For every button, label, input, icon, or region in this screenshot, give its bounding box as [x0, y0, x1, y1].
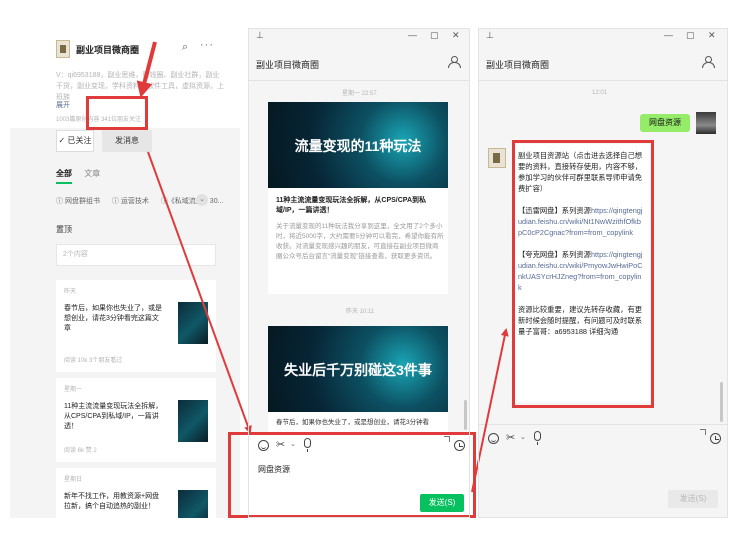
send-message-button[interactable]: 发消息	[102, 130, 152, 152]
menu-item[interactable]: ⓘ《私域流量》30...	[161, 198, 224, 205]
tab-all[interactable]: 全部	[56, 168, 72, 184]
article-thumbnail	[178, 400, 208, 442]
article-title: 春节后，如果你也失业了，或是想创业，请花3分钟看完这篇文章	[64, 305, 162, 332]
search-icon[interactable]: ⌕	[182, 41, 188, 54]
article-thumbnail	[178, 490, 208, 518]
section-title: 置顶	[56, 225, 72, 234]
content-filter[interactable]: 2个内容	[56, 244, 216, 266]
panel-outline	[478, 28, 728, 518]
panel-outline	[248, 28, 470, 518]
article-meta: 阅读 10k 3个朋友看过	[64, 358, 123, 364]
article-date: 星期日	[64, 477, 83, 483]
menu-item[interactable]: ⓘ 运营技术	[112, 198, 149, 205]
article-card[interactable]: 星期一 11种主流流量变现玩法全拆解，从CPS/CPA到私域/IP，一篇讲透！ …	[56, 378, 216, 462]
chevron-down-icon[interactable]: ⌄	[196, 194, 208, 206]
expand-link[interactable]: 展开	[56, 100, 70, 110]
article-date: 昨天	[64, 289, 77, 295]
article-date: 星期一	[64, 387, 83, 393]
highlight-send-message	[86, 96, 148, 130]
article-title: 新年不找工作，用教资源+网盘拉新，搞个自动追热的副业！	[64, 493, 160, 510]
article-card[interactable]: 昨天 春节后，如果你也失业了，或是想创业，请花3分钟看完这篇文章 阅读 10k …	[56, 280, 216, 372]
article-card[interactable]: 星期日 新年不找工作，用教资源+网盘拉新，搞个自动追热的副业！	[56, 468, 216, 518]
tab-articles[interactable]: 文章	[84, 168, 100, 179]
account-name: 副业项目微商圈	[76, 45, 140, 55]
article-thumbnail	[178, 302, 208, 344]
article-title: 11种主流流量变现玩法全拆解，从CPS/CPA到私域/IP，一篇讲透！	[64, 403, 163, 430]
article-meta: 阅读 6k 赞 2	[64, 448, 97, 454]
menu-item[interactable]: ⓘ 网盘群组书	[56, 198, 100, 205]
account-avatar[interactable]	[56, 40, 70, 58]
profile-tabs: 全部 文章	[56, 168, 110, 184]
more-icon[interactable]: ···	[200, 39, 214, 51]
followed-button[interactable]: ✓ 已关注	[56, 130, 94, 152]
